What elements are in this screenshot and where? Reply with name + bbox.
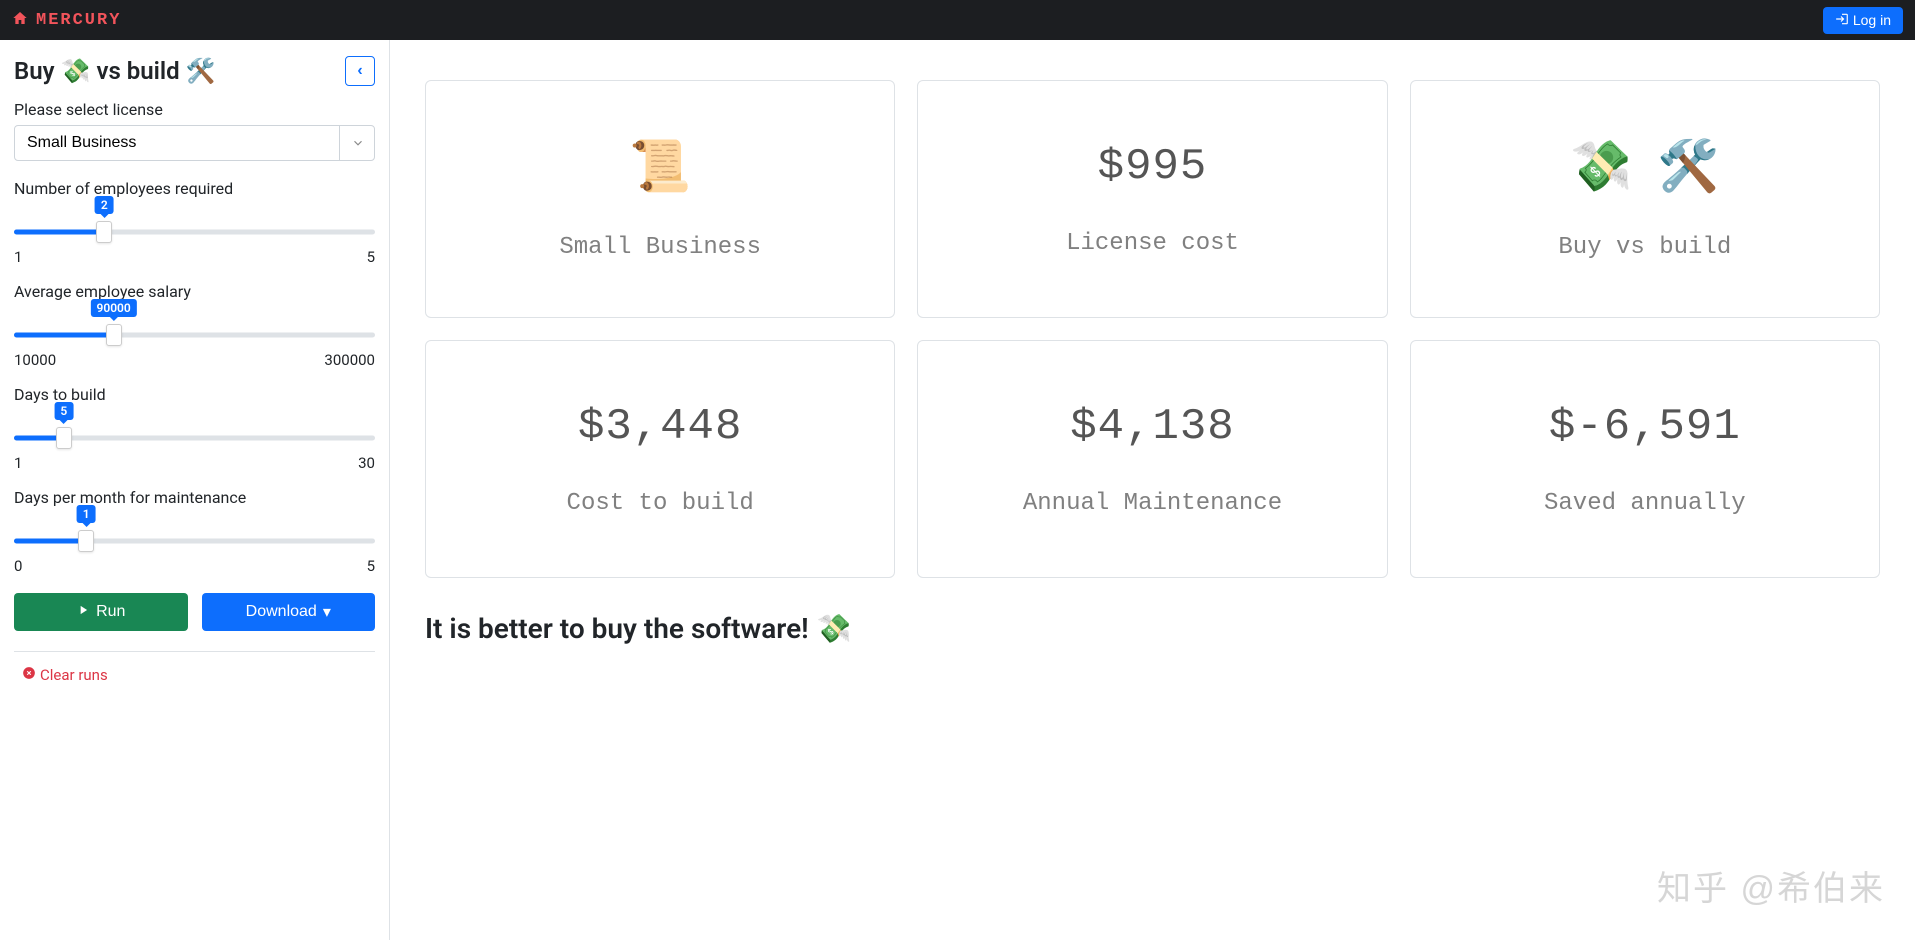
sidebar: Buy 💸 vs build 🛠️ ‹ Please select licens…: [0, 40, 390, 940]
license-label: Please select license: [14, 100, 375, 119]
salary-min: 10000: [14, 351, 56, 369]
money-wings-icon: 💸: [817, 612, 852, 645]
navbar: MERCURY Log in: [0, 0, 1915, 40]
card-cost-build: $3,448 Cost to build: [425, 340, 895, 578]
caret-down-icon: ▾: [323, 602, 331, 622]
chevron-left-icon: ‹: [357, 62, 362, 80]
card-tier-label: Small Business: [446, 234, 874, 261]
login-icon: [1835, 12, 1849, 29]
card-saved: $-6,591 Saved annually: [1410, 340, 1880, 578]
days-build-slider[interactable]: 5: [14, 424, 375, 452]
close-circle-icon: [22, 666, 36, 684]
card-buy-vs-build: 💸 🛠️ Buy vs build: [1410, 80, 1880, 318]
days-maint-slider[interactable]: 1: [14, 527, 375, 555]
days-maint-slider-group: Days per month for maintenance 1 0 5: [14, 488, 375, 575]
conclusion-text: It is better to buy the software! 💸: [425, 612, 1880, 645]
saved-label: Saved annually: [1431, 490, 1859, 517]
download-button[interactable]: Download ▾: [202, 593, 376, 631]
collapse-sidebar-button[interactable]: ‹: [345, 56, 375, 86]
days-maint-min: 0: [14, 557, 22, 575]
employees-slider-group: Number of employees required 2 1 5: [14, 179, 375, 266]
page-title: Buy 💸 vs build 🛠️: [14, 57, 216, 85]
annual-maint-label: Annual Maintenance: [938, 490, 1366, 517]
employees-max: 5: [367, 248, 375, 266]
employees-min: 1: [14, 248, 22, 266]
divider: [14, 651, 375, 652]
clear-runs-link[interactable]: Clear runs: [14, 666, 375, 684]
days-build-slider-group: Days to build 5 1 30: [14, 385, 375, 472]
main-content: 📜 Small Business $995 License cost 💸 🛠️ …: [390, 40, 1915, 940]
login-label: Log in: [1853, 12, 1891, 28]
cost-build-value: $3,448: [446, 402, 874, 452]
salary-slider[interactable]: 90000: [14, 321, 375, 349]
salary-max: 300000: [324, 351, 375, 369]
buy-vs-build-label: Buy vs build: [1431, 234, 1859, 261]
salary-label: Average employee salary: [14, 282, 375, 301]
tools-icon: 🛠️: [186, 57, 216, 85]
cost-build-label: Cost to build: [446, 490, 874, 517]
login-button[interactable]: Log in: [1823, 7, 1903, 34]
money-wings-icon: 💸: [61, 57, 91, 85]
license-select[interactable]: [14, 125, 375, 161]
license-cost-label: License cost: [938, 230, 1366, 257]
annual-maint-value: $4,138: [938, 402, 1366, 452]
days-maint-label: Days per month for maintenance: [14, 488, 375, 507]
run-button[interactable]: Run: [14, 593, 188, 631]
employees-slider[interactable]: 2: [14, 218, 375, 246]
home-icon[interactable]: [12, 10, 28, 30]
card-annual-maint: $4,138 Annual Maintenance: [917, 340, 1387, 578]
play-icon: [76, 603, 90, 622]
watermark: 知乎 @希伯来: [1657, 861, 1885, 910]
card-tier: 📜 Small Business: [425, 80, 895, 318]
days-build-max: 30: [358, 454, 375, 472]
days-build-min: 1: [14, 454, 22, 472]
license-cost-value: $995: [938, 142, 1366, 192]
brand-logo[interactable]: MERCURY: [36, 11, 121, 30]
card-license-cost: $995 License cost: [917, 80, 1387, 318]
scroll-icon: 📜: [446, 138, 874, 196]
buy-vs-build-icons: 💸 🛠️: [1431, 138, 1859, 196]
days-maint-max: 5: [367, 557, 375, 575]
salary-slider-group: Average employee salary 90000 10000 3000…: [14, 282, 375, 369]
license-select-input[interactable]: [14, 125, 375, 161]
employees-label: Number of employees required: [14, 179, 375, 198]
saved-value: $-6,591: [1431, 402, 1859, 452]
